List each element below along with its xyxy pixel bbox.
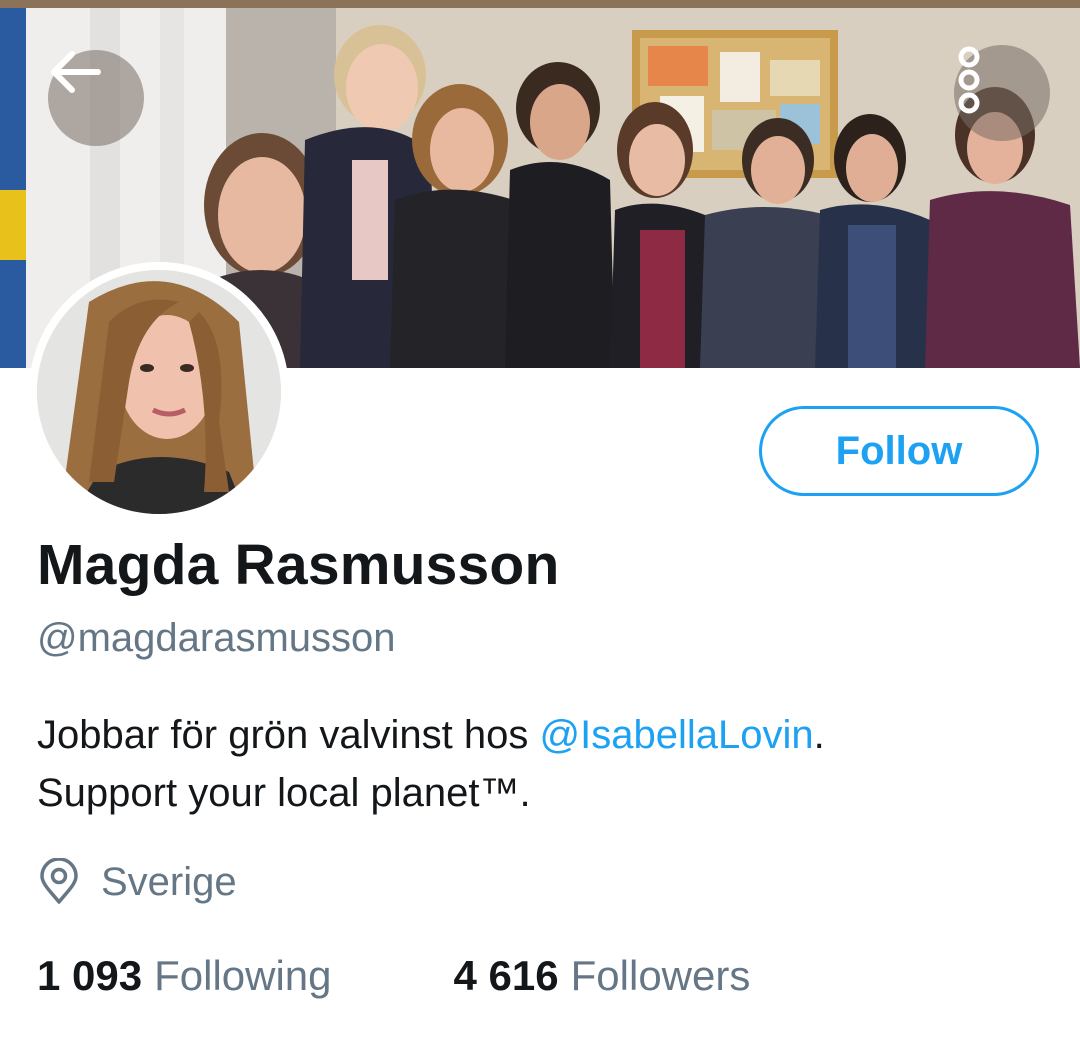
location-text: Sverige (101, 859, 237, 904)
profile-stats: 1 093 Following 4 616 Followers (37, 952, 750, 1000)
followers-label: Followers (570, 952, 751, 999)
avatar-photo (29, 262, 289, 522)
bio-mention-link[interactable]: @IsabellaLovin (539, 713, 813, 757)
profile-location: Sverige (37, 858, 237, 906)
following-count: 1 093 (37, 952, 143, 999)
more-vertical-icon (958, 46, 980, 114)
profile-avatar[interactable] (29, 262, 289, 522)
followers-stat[interactable]: 4 616 Followers (454, 952, 751, 1000)
bio-text-suffix: . (813, 713, 825, 757)
follow-button[interactable]: Follow (759, 406, 1039, 496)
bio-line-1: Jobbar för grön valvinst hos @IsabellaLo… (37, 706, 1037, 764)
following-stat[interactable]: 1 093 Following (37, 952, 332, 1000)
profile-bio: Jobbar för grön valvinst hos @IsabellaLo… (37, 706, 1037, 822)
back-button[interactable] (48, 50, 144, 146)
more-options-button[interactable] (954, 45, 1050, 141)
bio-text: Jobbar för grön valvinst hos (37, 713, 540, 757)
profile-page: Follow Magda Rasmusson @magdarasmusson J… (0, 0, 1080, 1059)
followers-count: 4 616 (453, 952, 559, 999)
bio-line-2: Support your local planet™. (37, 771, 531, 815)
following-label: Following (154, 952, 332, 999)
location-pin-icon (40, 858, 78, 904)
profile-handle: @magdarasmusson (37, 616, 396, 660)
arrow-left-icon (51, 51, 101, 93)
profile-display-name: Magda Rasmusson (37, 533, 560, 597)
